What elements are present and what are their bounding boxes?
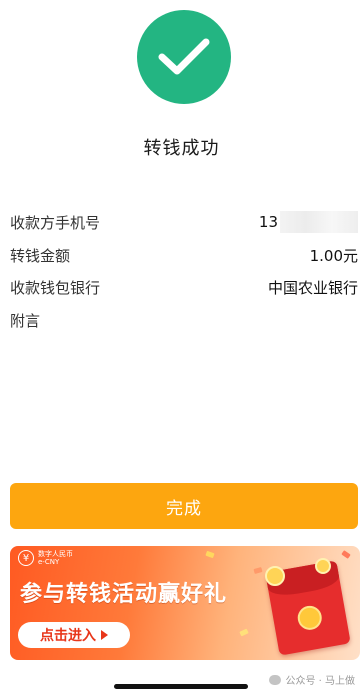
- detail-value: 1.00元: [309, 246, 358, 265]
- banner-headline: 参与转钱活动赢好礼: [20, 582, 228, 607]
- detail-label: 收款方手机号: [10, 213, 101, 232]
- wechat-channel-icon: [269, 674, 282, 685]
- detail-value: 13: [258, 213, 278, 231]
- promo-banner[interactable]: ¥ 数字人民币 e-CNY 参与转钱活动赢好礼 点击进入: [10, 546, 360, 660]
- detail-label: 附言: [10, 311, 41, 330]
- detail-row-remark: 附言: [10, 308, 358, 332]
- confetti-decoration: [253, 567, 263, 574]
- redaction-block: [280, 211, 358, 233]
- enter-button-label: 点击进入: [40, 628, 96, 644]
- coin-icon: [265, 566, 285, 586]
- confetti-decoration: [341, 550, 351, 559]
- page-title: 转钱成功: [143, 138, 220, 159]
- detail-row-amount: 转钱金额 1.00元: [10, 243, 358, 267]
- ecny-logo: ¥ 数字人民币 e-CNY: [18, 550, 73, 566]
- watermark: 公众号 · 马上做: [269, 672, 355, 687]
- confetti-decoration: [205, 550, 215, 559]
- coin-icon: [315, 558, 331, 574]
- check-icon: [158, 38, 210, 75]
- detail-value-masked: 13: [259, 211, 358, 233]
- watermark-text: 公众号 · 马上做: [285, 676, 355, 687]
- done-button[interactable]: 完成: [10, 483, 358, 529]
- confetti-decoration: [239, 628, 249, 637]
- enter-button[interactable]: 点击进入: [18, 622, 130, 648]
- yuan-icon: ¥: [18, 550, 34, 566]
- home-indicator[interactable]: [114, 684, 248, 689]
- detail-value: 中国农业银行: [267, 278, 358, 297]
- detail-row-phone: 收款方手机号 13: [10, 210, 358, 234]
- ecny-logo-text: 数字人民币 e-CNY: [38, 550, 73, 566]
- success-icon: [137, 10, 231, 104]
- detail-label: 收款钱包银行: [10, 278, 101, 297]
- detail-label: 转钱金额: [10, 246, 71, 265]
- play-arrow-icon: [101, 630, 108, 640]
- detail-row-bank: 收款钱包银行 中国农业银行: [10, 275, 358, 299]
